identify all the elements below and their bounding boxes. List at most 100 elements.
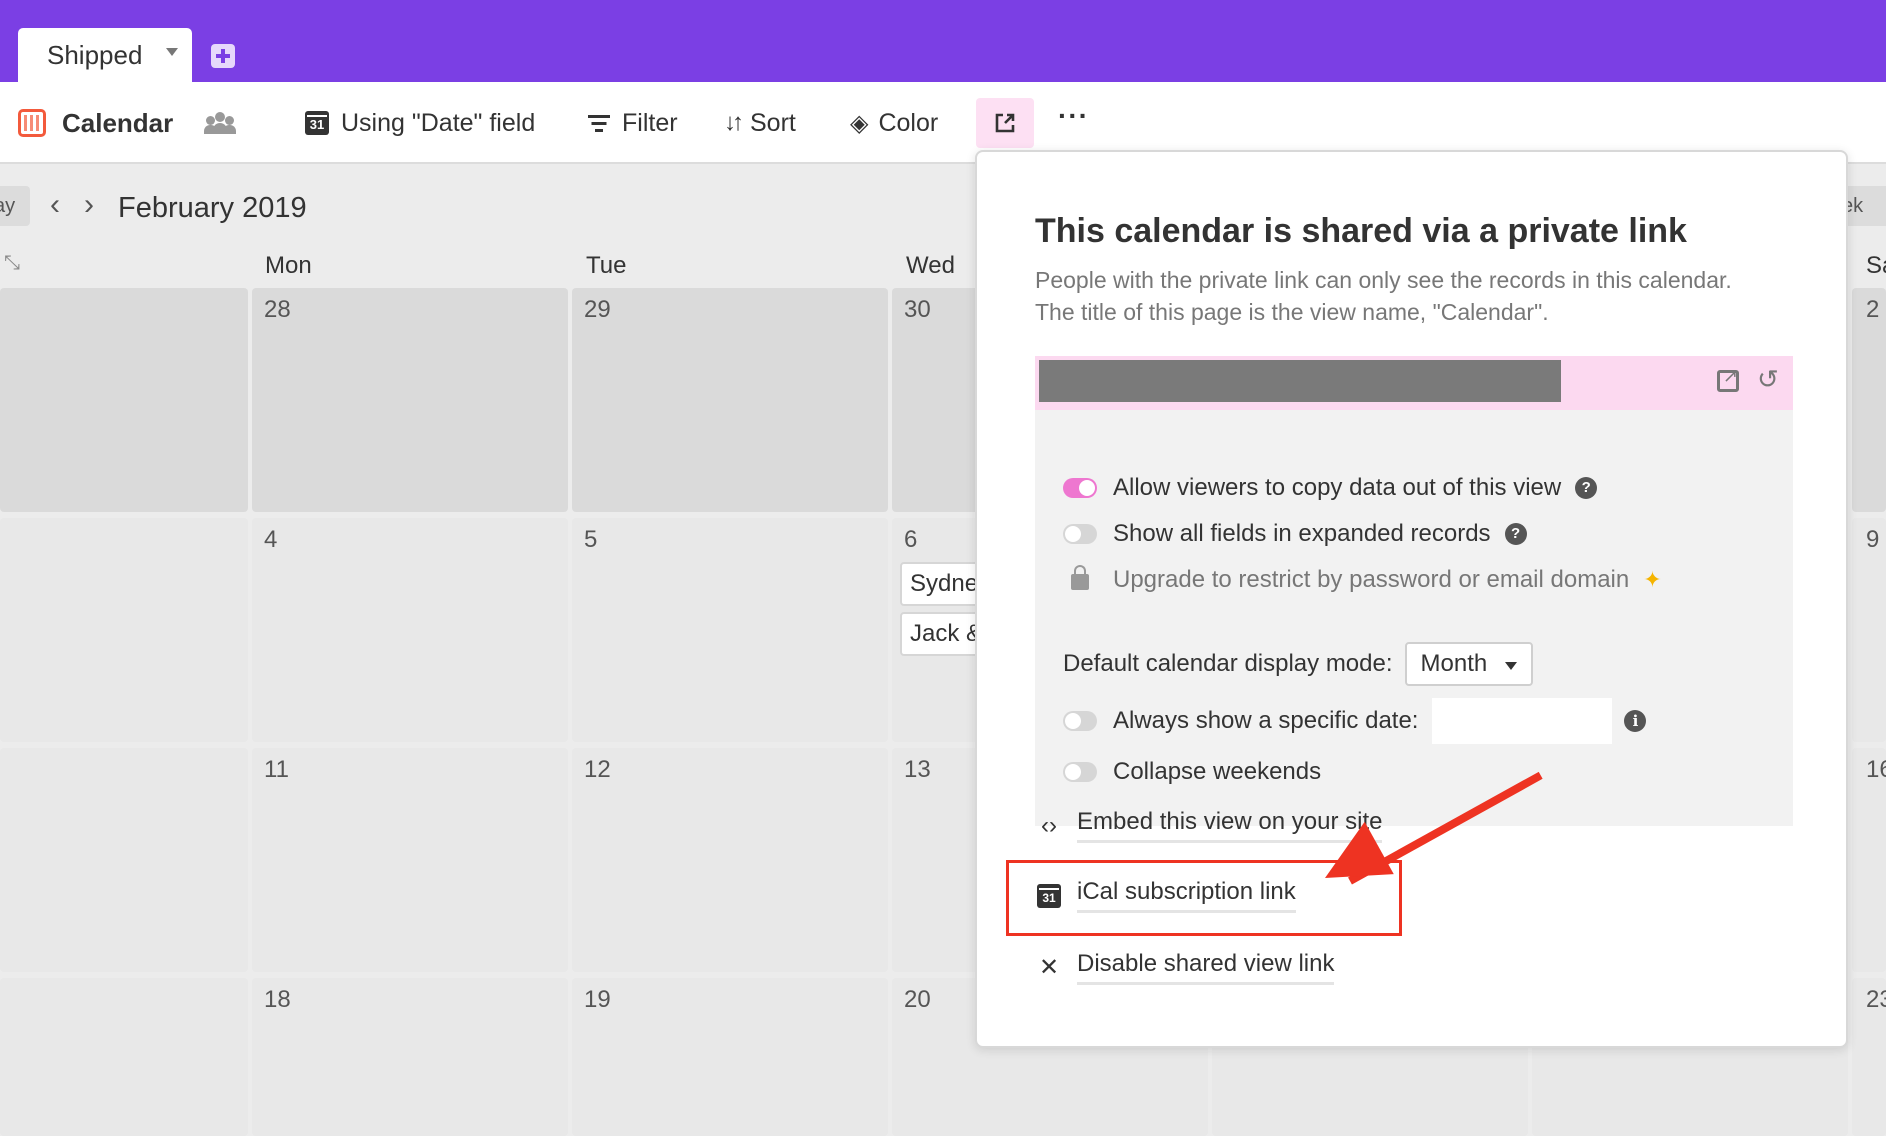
day-cell[interactable]: 2 (1852, 288, 1886, 512)
day-cell[interactable]: 16 (1852, 748, 1886, 972)
day-cell[interactable]: 5 (572, 518, 888, 742)
disable-shared-link[interactable]: ✕ Disable shared view link (1035, 950, 1335, 985)
option-label: Show all fields in expanded records (1113, 520, 1491, 547)
day-number: 29 (584, 296, 611, 323)
color-label: Color (878, 108, 939, 137)
day-number: 13 (904, 756, 931, 783)
option-label: Always show a specific date: (1113, 707, 1419, 734)
day-header: Tue (586, 252, 627, 279)
close-icon: ✕ (1038, 954, 1060, 981)
specific-date-option[interactable]: Always show a specific date: i (1063, 698, 1647, 744)
day-cell[interactable]: 18 (252, 978, 568, 1136)
day-header: Mon (265, 252, 312, 279)
share-link-bar: ↺ (1035, 356, 1793, 410)
day-number: 16 (1866, 756, 1886, 783)
day-header: Wed (906, 252, 955, 279)
sort-button[interactable]: ↓↑ Sort (724, 82, 796, 164)
open-link-icon[interactable] (1717, 366, 1739, 392)
day-cell[interactable] (0, 518, 248, 742)
sort-icon: ↓↑ (724, 109, 744, 136)
share-link-field[interactable] (1039, 360, 1561, 402)
regenerate-link-icon[interactable]: ↺ (1757, 364, 1779, 395)
chevron-left-icon[interactable]: ‹ (50, 188, 60, 222)
today-button[interactable]: ay (0, 186, 30, 226)
people-icon[interactable] (204, 112, 236, 134)
specific-date-toggle[interactable] (1063, 711, 1097, 731)
day-number: 6 (904, 526, 918, 553)
popover-title: This calendar is shared via a private li… (1035, 212, 1687, 250)
specific-date-input[interactable] (1432, 698, 1613, 744)
day-cell[interactable]: 19 (572, 978, 888, 1136)
help-icon[interactable]: ? (1575, 477, 1598, 499)
day-cell[interactable]: 28 (252, 288, 568, 512)
day-cell[interactable]: 29 (572, 288, 888, 512)
day-number: 23 (1866, 986, 1886, 1013)
day-header: Sa (1866, 252, 1886, 279)
filter-button[interactable]: Filter (588, 82, 678, 164)
copy-data-option[interactable]: Allow viewers to copy data out of this v… (1063, 474, 1598, 502)
lock-icon (1071, 565, 1089, 590)
view-switcher[interactable]: Calendar (18, 82, 173, 164)
option-label: Upgrade to restrict by password or email… (1113, 566, 1630, 593)
display-mode-select[interactable]: Month (1404, 642, 1533, 686)
tab-label: Shipped (47, 39, 143, 70)
date-field-label: Using "Date" field (341, 108, 536, 137)
code-icon: ‹› (1041, 811, 1057, 839)
day-cell[interactable]: 9 (1852, 518, 1886, 742)
day-cell[interactable] (0, 978, 248, 1136)
embed-view-link[interactable]: ‹› Embed this view on your site (1035, 808, 1383, 843)
collapse-weekends-toggle[interactable] (1063, 762, 1097, 782)
caret-down-icon[interactable] (166, 48, 178, 56)
calendar-view-icon (18, 109, 46, 137)
option-label: Default calendar display mode: (1063, 650, 1393, 677)
day-cell[interactable]: 30 (892, 288, 982, 512)
calendar-31-icon: 31 (305, 111, 329, 135)
filter-label: Filter (622, 108, 678, 137)
sort-label: Sort (750, 108, 796, 137)
show-fields-option[interactable]: Show all fields in expanded records ? (1063, 520, 1527, 548)
more-options-button[interactable]: ··· (1058, 100, 1089, 132)
day-number: 28 (264, 296, 291, 323)
popover-description: People with the private link can only se… (1035, 267, 1732, 325)
month-label: February 2019 (118, 192, 307, 224)
option-label: Allow viewers to copy data out of this v… (1113, 474, 1562, 501)
day-cell[interactable]: 6 Sydne Jack & (892, 518, 990, 742)
day-number: 18 (264, 986, 291, 1013)
day-number: 4 (264, 526, 278, 553)
paint-bucket-icon: ◈ (850, 109, 869, 137)
day-number: 9 (1866, 526, 1880, 553)
day-cell[interactable] (0, 748, 248, 972)
collapse-icon[interactable]: ⤡ (4, 252, 20, 275)
day-cell[interactable]: 11 (252, 748, 568, 972)
display-mode-option: Default calendar display mode: Month (1063, 642, 1533, 686)
copy-data-toggle[interactable] (1063, 478, 1097, 498)
day-number: 11 (264, 756, 289, 783)
view-name: Calendar (62, 107, 174, 138)
upgrade-option[interactable]: Upgrade to restrict by password or email… (1063, 565, 1662, 594)
day-cell[interactable]: 12 (572, 748, 888, 972)
tab-shipped[interactable]: Shipped (18, 28, 192, 82)
day-cell[interactable] (0, 288, 248, 512)
sparkle-icon: ✦ (1643, 567, 1662, 592)
day-number: 2 (1866, 296, 1880, 323)
day-cell[interactable]: 4 (252, 518, 568, 742)
collapse-weekends-option[interactable]: Collapse weekends (1063, 758, 1321, 786)
day-number: 30 (904, 296, 931, 323)
action-label: Disable shared view link (1077, 950, 1335, 985)
filter-icon (588, 114, 610, 132)
chevron-right-icon[interactable]: › (84, 188, 94, 222)
share-settings: Allow viewers to copy data out of this v… (1035, 410, 1793, 826)
help-icon[interactable]: ? (1504, 523, 1527, 545)
date-field-button[interactable]: 31 Using "Date" field (305, 82, 535, 164)
day-cell[interactable]: 23 (1852, 978, 1886, 1136)
add-tab-icon[interactable] (211, 44, 235, 68)
top-bar: Shipped (0, 0, 1886, 82)
color-button[interactable]: ◈ Color (850, 82, 938, 164)
day-number: 5 (584, 526, 598, 553)
share-icon (995, 113, 1015, 133)
share-view-button[interactable] (976, 98, 1034, 148)
day-number: 19 (584, 986, 611, 1013)
show-fields-toggle[interactable] (1063, 524, 1097, 544)
day-cell[interactable]: 13 (892, 748, 982, 972)
info-icon[interactable]: i (1624, 710, 1647, 732)
